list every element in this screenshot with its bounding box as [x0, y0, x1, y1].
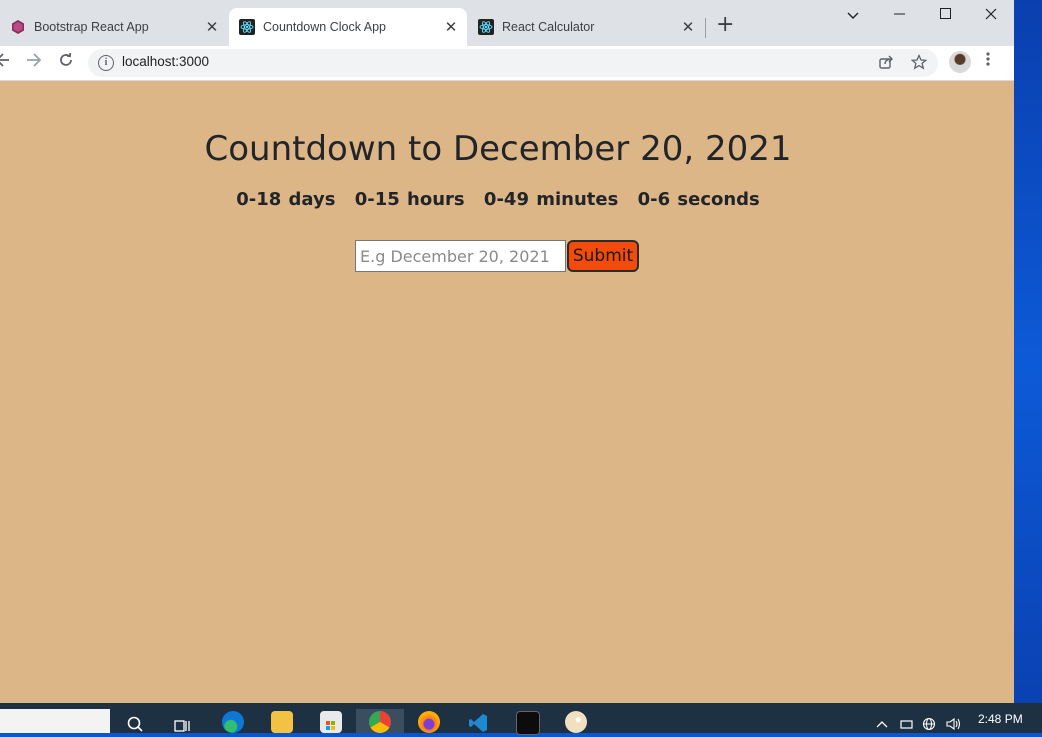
store-icon[interactable] — [320, 711, 342, 733]
tab-bootstrap-react-app[interactable]: Bootstrap React App ✕ — [0, 8, 228, 46]
terminal-icon[interactable] — [516, 711, 540, 735]
forward-arrow-icon[interactable] — [26, 52, 42, 73]
share-icon[interactable] — [878, 54, 894, 74]
battery-icon[interactable] — [900, 717, 914, 732]
countdown-minutes: 0-49 minutes — [483, 189, 619, 210]
new-tab-button[interactable]: + — [716, 14, 734, 36]
browser-menu-icon[interactable] — [986, 51, 990, 72]
tab-divider — [705, 18, 706, 38]
reload-icon[interactable] — [58, 52, 74, 73]
page-content: Countdown to December 20, 2021 0-18 days… — [0, 81, 1014, 703]
desktop-wallpaper — [1014, 0, 1042, 733]
file-explorer-icon[interactable] — [271, 711, 293, 733]
tab-search-chevron-icon[interactable] — [830, 6, 876, 26]
chrome-icon[interactable] — [369, 711, 391, 733]
tab-strip: Bootstrap React App ✕ Countdown Clock Ap… — [0, 0, 1014, 46]
volume-icon[interactable] — [946, 717, 962, 734]
firefox-icon[interactable] — [418, 711, 440, 733]
date-input[interactable] — [355, 240, 566, 272]
submit-button[interactable]: Submit — [567, 240, 639, 272]
minimize-button[interactable] — [876, 6, 922, 26]
url-text: localhost:3000 — [122, 54, 210, 69]
edge-icon[interactable] — [222, 711, 244, 733]
network-globe-icon[interactable] — [922, 717, 936, 734]
site-info-icon[interactable]: i — [98, 55, 114, 71]
react-icon — [478, 19, 494, 35]
close-tab-icon[interactable]: ✕ — [678, 18, 698, 36]
tab-title: Bootstrap React App — [34, 20, 149, 34]
react-icon — [239, 19, 255, 35]
page-title: Countdown to December 20, 2021 — [204, 129, 792, 169]
profile-avatar[interactable] — [949, 51, 971, 73]
countdown-days: 0-18 days — [236, 189, 336, 210]
date-form: Submit — [355, 240, 639, 272]
tab-title: Countdown Clock App — [263, 20, 386, 34]
tab-countdown-clock-app[interactable]: Countdown Clock App ✕ — [229, 8, 467, 46]
taskbar-search-box[interactable] — [0, 709, 110, 733]
close-window-button[interactable] — [968, 6, 1014, 26]
task-view-icon[interactable] — [172, 711, 194, 733]
browser-toolbar: i localhost:3000 — [0, 46, 1014, 81]
browser-window: Bootstrap React App ✕ Countdown Clock Ap… — [0, 0, 1014, 703]
taskbar-clock[interactable]: 2:48 PM — [978, 712, 1023, 726]
close-tab-icon[interactable]: ✕ — [441, 18, 461, 36]
bookmark-star-icon[interactable] — [910, 53, 928, 74]
tab-react-calculator[interactable]: React Calculator ✕ — [468, 8, 704, 46]
taskbar: 2:48 PM — [0, 703, 1042, 735]
vscode-icon[interactable] — [467, 711, 489, 733]
search-icon[interactable] — [124, 711, 146, 733]
countdown-display: 0-18 days 0-15 hours 0-49 minutes 0-6 se… — [0, 189, 996, 210]
maximize-button[interactable] — [922, 6, 968, 26]
countdown-hours: 0-15 hours — [354, 189, 465, 210]
bootstrap-icon — [10, 19, 26, 35]
paint-icon[interactable] — [565, 711, 587, 733]
tab-title: React Calculator — [502, 20, 595, 34]
address-bar[interactable]: i localhost:3000 — [88, 49, 938, 77]
countdown-seconds: 0-6 seconds — [637, 189, 760, 210]
tray-chevron-icon[interactable] — [876, 717, 888, 732]
back-arrow-icon[interactable] — [0, 52, 10, 73]
close-tab-icon[interactable]: ✕ — [202, 18, 222, 36]
